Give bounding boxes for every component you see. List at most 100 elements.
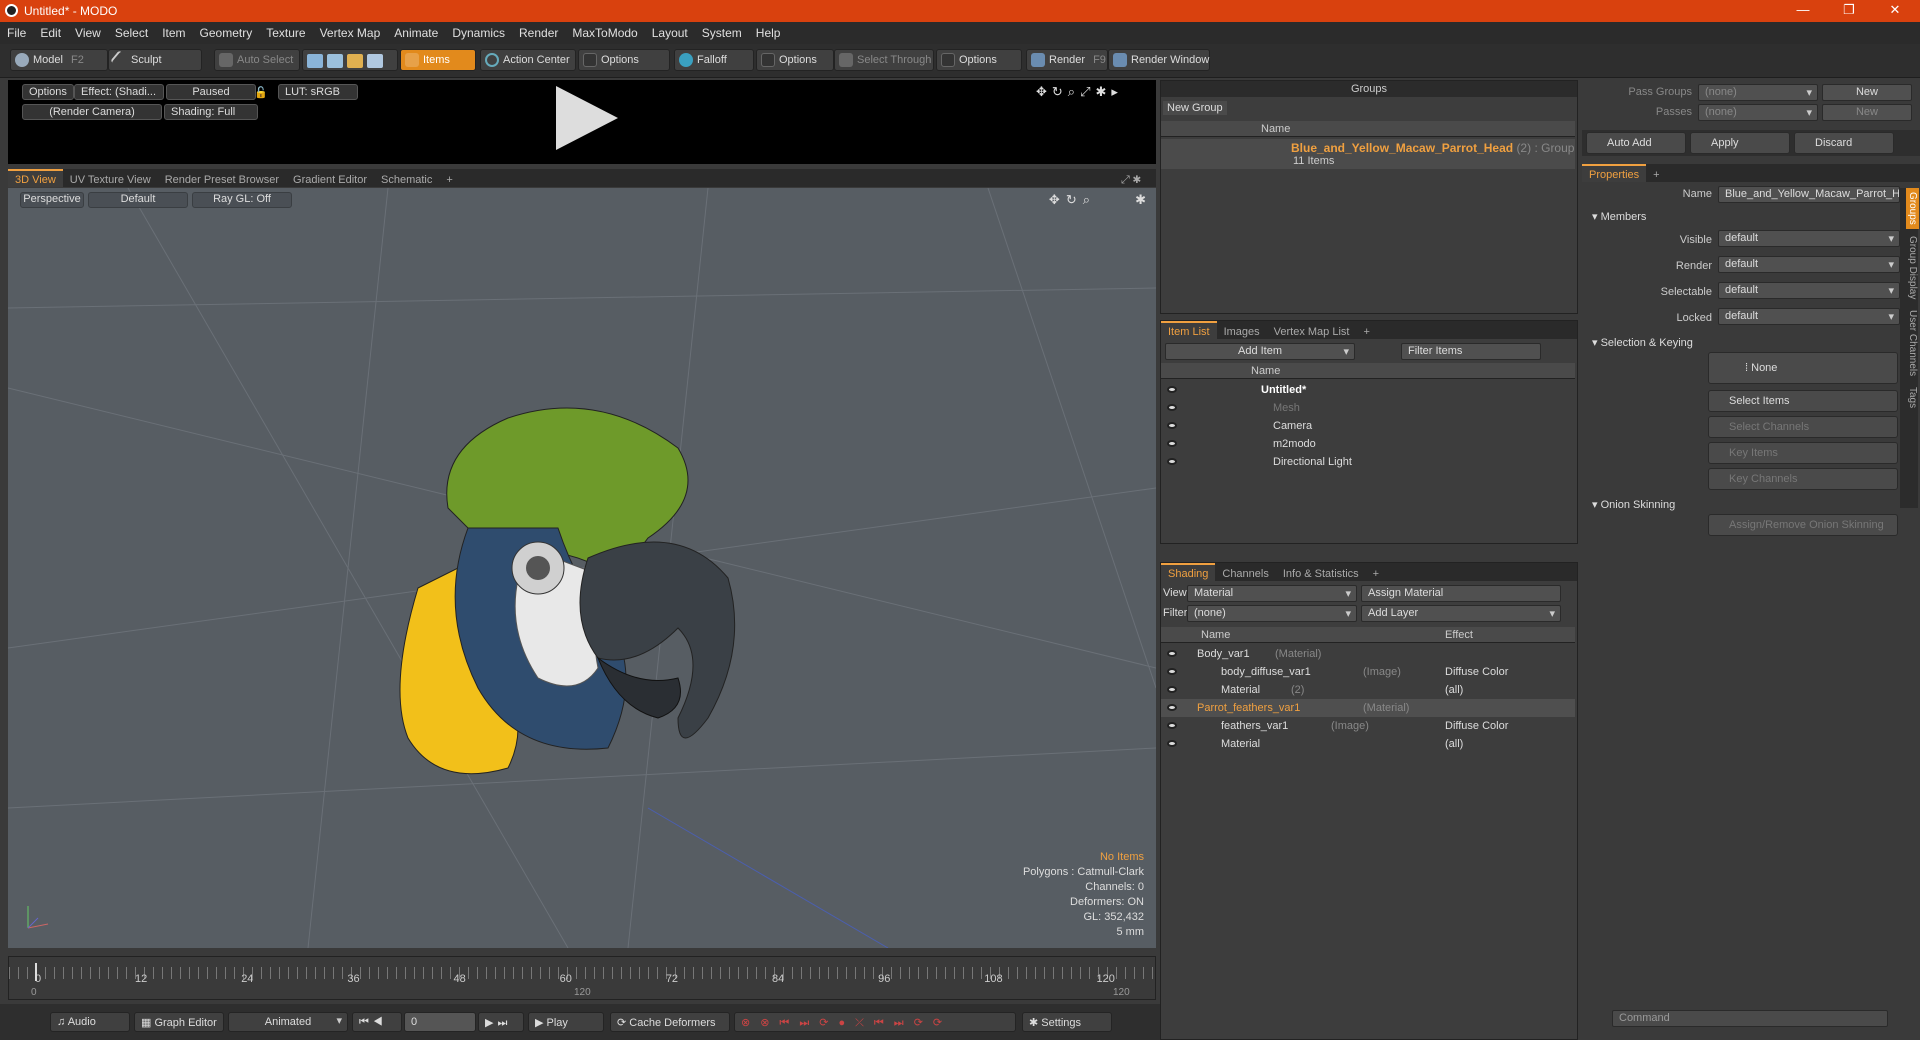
sidetab-group-display[interactable]: Group Display xyxy=(1906,232,1919,303)
key-tools-group[interactable]: ⊗⊗⏮⏭⟳●⤫⏮⏭⟳⟳ xyxy=(734,1012,1016,1032)
filter-items-input[interactable]: Filter Items xyxy=(1401,343,1541,360)
add-layer-dropdown[interactable]: Add Layer xyxy=(1361,605,1561,622)
shader-row[interactable]: Material (all) (2) xyxy=(1161,681,1575,699)
sidetab-tags[interactable]: Tags xyxy=(1906,383,1919,412)
new-group-button[interactable]: New Group xyxy=(1163,101,1227,115)
visibility-eye-icon[interactable] xyxy=(1167,650,1177,657)
visibility-eye-icon[interactable] xyxy=(1167,740,1177,747)
tab-channels[interactable]: Channels xyxy=(1215,565,1275,583)
shader-effect[interactable]: (all) xyxy=(1445,684,1463,696)
shader-row[interactable]: body_diffuse_var1 Diffuse Color (Image) xyxy=(1161,663,1575,681)
auto-select-button[interactable]: Auto Select xyxy=(214,49,300,71)
key-items-button[interactable]: Key Items xyxy=(1708,442,1898,464)
render-dropdown[interactable]: default xyxy=(1718,256,1900,273)
menu-system[interactable]: System xyxy=(695,22,749,40)
item-row[interactable]: Directional Light xyxy=(1161,453,1575,471)
items-mode-button[interactable]: Items xyxy=(400,49,476,71)
paused-button[interactable]: Paused xyxy=(166,84,256,100)
lock-icon[interactable]: 🔓 xyxy=(254,86,268,99)
action-center-options-button[interactable]: Options xyxy=(578,49,670,71)
discard-button[interactable]: Discard xyxy=(1794,132,1894,154)
graph-editor-button[interactable]: ▦ Graph Editor xyxy=(134,1012,224,1032)
command-input[interactable]: Command xyxy=(1612,1010,1888,1027)
visibility-eye-icon[interactable] xyxy=(1167,704,1177,711)
menu-texture[interactable]: Texture xyxy=(259,22,312,40)
add-tab-button[interactable]: + xyxy=(1366,565,1386,583)
close-button[interactable]: ✕ xyxy=(1872,2,1918,20)
group-row[interactable]: Blue_and_Yellow_Macaw_Parrot_Head (2) : … xyxy=(1161,139,1575,169)
visibility-eye-icon[interactable] xyxy=(1167,440,1177,447)
selection-keying-section[interactable]: ▾ Selection & Keying xyxy=(1592,336,1693,349)
perspective-dropdown[interactable]: Perspective xyxy=(20,192,84,208)
menu-render[interactable]: Render xyxy=(512,22,565,40)
shader-row[interactable]: Body_var1 (Material) xyxy=(1161,645,1575,663)
shader-effect[interactable]: Diffuse Color xyxy=(1445,666,1508,678)
shader-effect[interactable]: (all) xyxy=(1445,738,1463,750)
select-through-button[interactable]: Select Through xyxy=(834,49,934,71)
render-button[interactable]: Render F9 xyxy=(1026,49,1108,71)
new-pass-group-button[interactable]: New xyxy=(1822,84,1912,101)
tab-schematic[interactable]: Schematic xyxy=(374,171,439,189)
render-window-button[interactable]: Render Window xyxy=(1108,49,1210,71)
none-button[interactable]: ⁞ None xyxy=(1708,352,1898,384)
shading-dropdown[interactable]: Shading: Full xyxy=(164,104,258,120)
item-row[interactable]: m2modo xyxy=(1161,435,1575,453)
shader-effect[interactable]: Diffuse Color xyxy=(1445,720,1508,732)
menu-select[interactable]: Select xyxy=(108,22,155,40)
members-section[interactable]: ▾ Members xyxy=(1592,210,1646,223)
shader-row[interactable]: Material (all) xyxy=(1161,735,1575,753)
new-pass-button[interactable]: New xyxy=(1822,104,1912,121)
lut-dropdown[interactable]: LUT: sRGB xyxy=(278,84,358,100)
item-row[interactable]: Untitled* xyxy=(1161,381,1575,399)
add-tab-button[interactable]: + xyxy=(1356,323,1376,341)
audio-button[interactable]: ♫ Audio xyxy=(50,1012,130,1032)
add-item-dropdown[interactable]: Add Item xyxy=(1165,343,1355,360)
style-dropdown[interactable]: Default xyxy=(88,192,188,208)
locked-dropdown[interactable]: default xyxy=(1718,308,1900,325)
sidetab-groups[interactable]: Groups xyxy=(1906,188,1919,229)
select-channels-button[interactable]: Select Channels xyxy=(1708,416,1898,438)
tab-render-preset-browser[interactable]: Render Preset Browser xyxy=(158,171,286,189)
raygl-dropdown[interactable]: Ray GL: Off xyxy=(192,192,292,208)
visibility-eye-icon[interactable] xyxy=(1167,404,1177,411)
timeline[interactable]: 0 12 24 36 48 60 72 84 96 108 120 0 120 120 xyxy=(8,956,1156,1000)
minimize-button[interactable]: — xyxy=(1780,2,1826,20)
name-field[interactable]: Blue_and_Yellow_Macaw_Parrot_He xyxy=(1718,186,1900,203)
tab-shading[interactable]: Shading xyxy=(1161,563,1216,581)
3d-viewport[interactable]: Perspective Default Ray GL: Off ✥↻⌕ ✱ No… xyxy=(8,188,1156,948)
animated-dropdown[interactable]: Animated xyxy=(228,1012,348,1032)
sculpt-mode-button[interactable]: Sculpt xyxy=(108,49,202,71)
polygons-mode-icon[interactable] xyxy=(347,54,363,68)
forward-buttons[interactable]: ▶⏭ xyxy=(478,1012,524,1032)
visibility-eye-icon[interactable] xyxy=(1167,686,1177,693)
menu-maxtomodo[interactable]: MaxToModo xyxy=(565,22,644,40)
shader-row[interactable]: Parrot_feathers_var1 (Material) xyxy=(1161,699,1575,717)
tab-uv-texture-view[interactable]: UV Texture View xyxy=(63,171,158,189)
add-tab-button[interactable]: + xyxy=(439,171,459,189)
tab-3d-view[interactable]: 3D View xyxy=(8,169,63,187)
tab-properties[interactable]: Properties xyxy=(1582,164,1647,182)
menu-item[interactable]: Item xyxy=(155,22,192,40)
menu-layout[interactable]: Layout xyxy=(645,22,695,40)
maximize-button[interactable]: ❐ xyxy=(1826,2,1872,20)
item-row[interactable]: Camera xyxy=(1161,417,1575,435)
tab-images[interactable]: Images xyxy=(1217,323,1267,341)
settings-button[interactable]: ✱ Settings xyxy=(1022,1012,1112,1032)
item-row[interactable]: Mesh xyxy=(1161,399,1575,417)
key-channels-button[interactable]: Key Channels xyxy=(1708,468,1898,490)
tab-gradient-editor[interactable]: Gradient Editor xyxy=(286,171,374,189)
add-tab-button[interactable]: + xyxy=(1646,166,1666,184)
visible-dropdown[interactable]: default xyxy=(1718,230,1900,247)
menu-dynamics[interactable]: Dynamics xyxy=(445,22,512,40)
select-through-options-button[interactable]: Options xyxy=(936,49,1022,71)
tab-item-list[interactable]: Item List xyxy=(1161,321,1217,339)
menu-vertex-map[interactable]: Vertex Map xyxy=(313,22,388,40)
falloff-button[interactable]: Falloff xyxy=(674,49,754,71)
preview-options-button[interactable]: Options xyxy=(22,84,74,100)
menu-view[interactable]: View xyxy=(68,22,108,40)
apply-button[interactable]: Apply xyxy=(1690,132,1790,154)
playhead[interactable] xyxy=(35,963,37,981)
play-icon[interactable] xyxy=(556,86,618,150)
edges-mode-icon[interactable] xyxy=(327,54,343,68)
visibility-eye-icon[interactable] xyxy=(1167,722,1177,729)
